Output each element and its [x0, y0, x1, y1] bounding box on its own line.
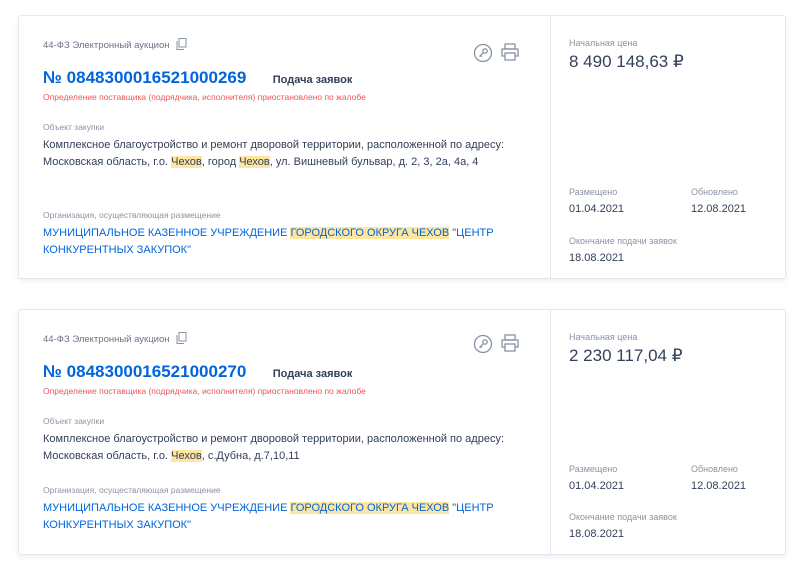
procedure-type: 44-ФЗ Электронный аукцион — [43, 38, 187, 53]
search-highlight: Чехов — [171, 156, 202, 168]
procedure-type-label: 44-ФЗ Электронный аукцион — [43, 334, 170, 345]
org-text-part: МУНИЦИПАЛЬНОЕ КАЗЕННОЕ УЧРЕЖДЕНИЕ — [43, 227, 291, 239]
registry-number-link[interactable]: № 0848300016521000270 — [43, 362, 246, 381]
initial-price: 2 230 117,04 ₽ — [569, 346, 683, 365]
object-label: Объект закупки — [43, 122, 105, 132]
object-text-part: , ул. Вишневый бульвар, д. 2, 3, 2а, 4а,… — [269, 156, 479, 168]
price-label: Начальная цена — [569, 38, 638, 48]
search-highlight: ГОРОДСКОГО ОКРУГА ЧЕХОВ — [290, 502, 450, 514]
updated-label: Обновлено — [691, 464, 738, 474]
org-label: Организация, осуществляющая размещение — [43, 210, 221, 220]
placed-date: 01.04.2021 — [569, 203, 625, 215]
updated-date: 12.08.2021 — [691, 480, 747, 492]
procedure-type: 44-ФЗ Электронный аукцион — [43, 332, 187, 347]
object-description: Комплексное благоустройство и ремонт дво… — [43, 431, 533, 465]
key-icon[interactable] — [473, 334, 493, 359]
stage-label: Подача заявок — [272, 368, 353, 380]
card-main: 44-ФЗ Электронный аукцион № 084830001652… — [19, 16, 550, 278]
procurement-card: 44-ФЗ Электронный аукцион № 084830001652… — [18, 15, 786, 279]
organization-link[interactable]: МУНИЦИПАЛЬНОЕ КАЗЕННОЕ УЧРЕЖДЕНИЕ ГОРОДС… — [43, 225, 533, 259]
card-side: Начальная цена 8 490 148,63 ₽ Размещено … — [550, 16, 785, 278]
placed-label: Размещено — [569, 464, 618, 474]
object-text-part: , город — [201, 156, 240, 168]
search-highlight: Чехов — [171, 450, 202, 462]
copy-icon[interactable] — [176, 332, 187, 347]
number-row: № 0848300016521000269 Подача заявок — [43, 68, 352, 88]
placed-label: Размещено — [569, 187, 618, 197]
procedure-type-label: 44-ФЗ Электронный аукцион — [43, 40, 170, 51]
suspension-notice: Определение поставщика (подрядчика, испо… — [43, 386, 366, 396]
search-highlight: ГОРОДСКОГО ОКРУГА ЧЕХОВ — [290, 227, 450, 239]
initial-price: 8 490 148,63 ₽ — [569, 52, 684, 71]
stage-label: Подача заявок — [272, 74, 353, 86]
print-icon[interactable] — [500, 333, 520, 358]
placed-date: 01.04.2021 — [569, 480, 625, 492]
suspension-notice: Определение поставщика (подрядчика, испо… — [43, 92, 366, 102]
updated-label: Обновлено — [691, 187, 738, 197]
number-row: № 0848300016521000270 Подача заявок — [43, 362, 352, 382]
card-side: Начальная цена 2 230 117,04 ₽ Размещено … — [550, 310, 785, 554]
print-icon[interactable] — [500, 42, 520, 67]
price-label: Начальная цена — [569, 332, 638, 342]
deadline-label: Окончание подачи заявок — [569, 236, 677, 246]
object-description: Комплексное благоустройство и ремонт дво… — [43, 137, 533, 171]
organization-link[interactable]: МУНИЦИПАЛЬНОЕ КАЗЕННОЕ УЧРЕЖДЕНИЕ ГОРОДС… — [43, 500, 533, 534]
deadline-label: Окончание подачи заявок — [569, 512, 677, 522]
copy-icon[interactable] — [176, 38, 187, 53]
deadline-date: 18.08.2021 — [569, 528, 625, 540]
card-main: 44-ФЗ Электронный аукцион № 084830001652… — [19, 310, 550, 554]
deadline-date: 18.08.2021 — [569, 252, 625, 264]
updated-date: 12.08.2021 — [691, 203, 747, 215]
procurement-card: 44-ФЗ Электронный аукцион № 084830001652… — [18, 309, 786, 555]
object-text-part: , с.Дубна, д.7,10,11 — [201, 450, 300, 462]
registry-number-link[interactable]: № 0848300016521000269 — [43, 68, 246, 87]
org-text-part: МУНИЦИПАЛЬНОЕ КАЗЕННОЕ УЧРЕЖДЕНИЕ — [43, 502, 291, 514]
object-label: Объект закупки — [43, 416, 105, 426]
search-highlight: Чехов — [239, 156, 270, 168]
key-icon[interactable] — [473, 43, 493, 68]
org-label: Организация, осуществляющая размещение — [43, 485, 221, 495]
